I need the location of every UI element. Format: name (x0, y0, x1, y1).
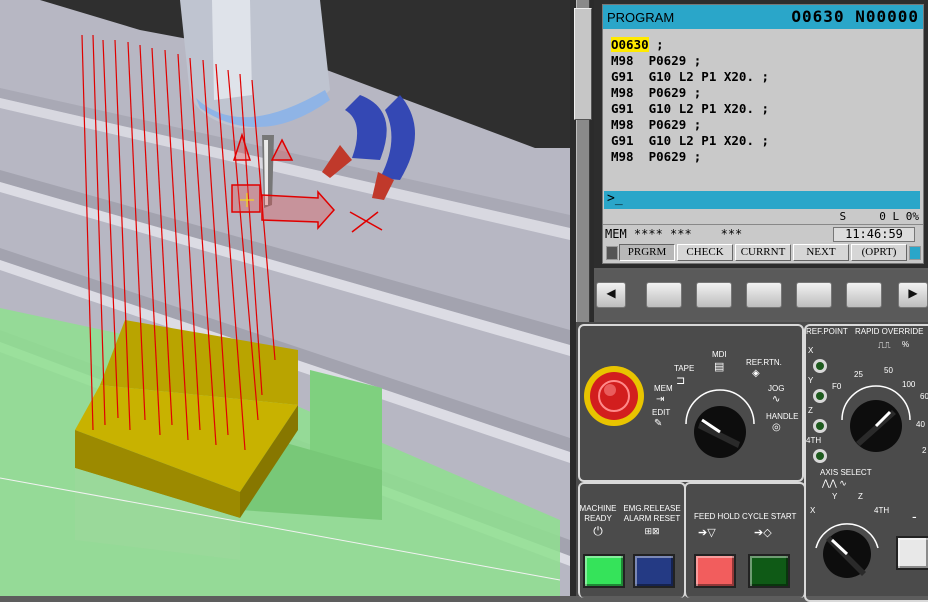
mode-mdi-label: MDI (712, 350, 727, 359)
rapid-wave-icon: ⎍⎍ (878, 340, 891, 350)
cnc-control-screen: PROGRAM O0630 N00000 O0630 ; M98 P0629 ;… (594, 0, 928, 268)
program-listing[interactable]: O0630 ; M98 P0629 ; G91 G10 L2 P1 X20. ;… (603, 31, 923, 191)
program-line[interactable]: M98 P0629 ; (611, 117, 701, 132)
softkey-hardware-button-4[interactable] (796, 282, 832, 308)
softkey-check[interactable]: CHECK (677, 244, 733, 261)
machine-ready-button[interactable] (583, 554, 625, 588)
mode-mem-label: MEM (654, 384, 673, 393)
program-line[interactable]: M98 P0629 ; (611, 85, 701, 100)
machine-ready-label-1: MACHINE (579, 504, 617, 513)
emg-release-label-2: ALARM RESET (623, 514, 681, 523)
softkey-hardware-button-3[interactable] (746, 282, 782, 308)
program-line[interactable]: M98 P0629 ; (611, 53, 701, 68)
axis-select-label: AXIS SELECT (820, 468, 872, 477)
softkey-continue-button[interactable] (909, 246, 921, 260)
axis-option-y: Y (832, 492, 838, 501)
memory-icon: ⇥ (656, 394, 665, 405)
rapid-override-label: RAPID OVERRIDE (855, 327, 924, 336)
page-left-button[interactable]: ◀ (596, 282, 626, 308)
arrow-right-icon: ▶ (908, 286, 918, 300)
softkey-next[interactable]: NEXT (793, 244, 849, 261)
softkey-return-button[interactable] (606, 246, 618, 260)
program-line[interactable]: G91 G10 L2 P1 X20. ; (611, 69, 769, 84)
softkey-hardware-button-5[interactable] (846, 282, 882, 308)
mode-handle-label: HANDLE (766, 412, 799, 421)
power-icon: ⏻ (593, 524, 603, 538)
mode-status: MEM **** *** *** (605, 227, 743, 241)
minus-label: - (912, 508, 917, 524)
softkey-oprt[interactable]: (OPRT) (851, 244, 907, 261)
machine-simulation-viewport[interactable] (0, 0, 570, 596)
mdi-icon: ▤ (714, 361, 725, 373)
program-line[interactable]: G91 G10 L2 P1 X20. ; (611, 101, 769, 116)
cycle-start-label: CYCLE START (742, 512, 797, 521)
axis-jog-icon: ⋀⋀ ∿ (822, 478, 847, 488)
cycle-start-button[interactable] (748, 554, 790, 588)
axis-select-knob[interactable] (810, 512, 884, 582)
simulation-scene (0, 0, 570, 596)
program-cursor: O0630 (611, 37, 649, 52)
screen-title: PROGRAM (607, 10, 675, 25)
screen-title-bar: PROGRAM O0630 N00000 (603, 5, 923, 29)
softkey-prgrm[interactable]: PRGRM (619, 244, 675, 261)
machine-operator-panel: TAPE MDI REF.RTN. MEM JOG EDIT HANDLE ⊐ … (576, 322, 928, 602)
jog-icon: ∿ (772, 394, 781, 405)
rapid-tick-50: 50 (884, 366, 893, 375)
key-input-line[interactable]: >_ (604, 191, 920, 209)
program-display: PROGRAM O0630 N00000 O0630 ; M98 P0629 ;… (602, 4, 924, 264)
input-prompt: >_ (607, 191, 623, 206)
softkey-row: PRGRM CHECK CURRNT NEXT (OPRT) (603, 242, 923, 262)
program-number: O0630 N00000 (791, 7, 919, 26)
spindle-load-status: S 0 L 0% (839, 210, 919, 223)
rapid-tick-60: 60 (920, 392, 928, 401)
arrow-left-icon: ◀ (606, 286, 616, 300)
page-right-button[interactable]: ▶ (898, 282, 928, 308)
ref-point-label: REF.POINT (806, 327, 848, 336)
axis-option-z: Z (858, 492, 863, 501)
mode-select-knob[interactable] (678, 382, 762, 466)
rapid-tick-2: 2 (922, 446, 927, 455)
emg-release-button[interactable] (633, 554, 675, 588)
status-bar: MEM **** *** *** 11:46:59 (603, 224, 923, 242)
scrollbar-thumb[interactable] (574, 8, 592, 120)
mode-tape-label: TAPE (674, 364, 695, 373)
rapid-tick-25: 25 (854, 370, 863, 379)
emergency-stop-button[interactable] (582, 364, 646, 428)
ref-point-lamps (813, 359, 827, 463)
handle-icon: ◎ (772, 422, 781, 433)
machine-ready-label-2: READY (584, 514, 612, 523)
softkey-currnt[interactable]: CURRNT (735, 244, 791, 261)
cycle-start-icon: ➔◇ (754, 527, 772, 539)
softkey-hardware-button-1[interactable] (646, 282, 682, 308)
feed-hold-button[interactable] (694, 554, 736, 588)
mode-edit-label: EDIT (652, 408, 671, 417)
rapid-unit: % (902, 340, 910, 349)
screen-button-row: ◀ ▶ (594, 270, 928, 320)
clock: 11:46:59 (833, 227, 915, 242)
edit-icon: ✎ (654, 418, 663, 429)
rapid-override-knob[interactable] (836, 380, 916, 460)
mode-ref-rtn-label: REF.RTN. (746, 358, 782, 367)
rapid-tick-40: 40 (916, 420, 925, 429)
axis-minus-button[interactable] (896, 536, 928, 570)
mode-jog-label: JOG (768, 384, 785, 393)
reset-icon: ⊞⊠ (644, 526, 660, 536)
program-line-current[interactable]: O0630 ; (611, 37, 664, 52)
ref-axis-x-label: X (808, 346, 814, 355)
feed-hold-label: FEED HOLD (694, 512, 740, 521)
program-line[interactable]: M98 P0629 ; (611, 149, 701, 164)
program-line[interactable]: G91 G10 L2 P1 X20. ; (611, 133, 769, 148)
ref-return-icon: ◈ (752, 368, 760, 379)
emg-release-label-1: EMG.RELEASE (623, 504, 681, 513)
feed-hold-icon: ➔▽ (698, 527, 716, 539)
softkey-hardware-button-2[interactable] (696, 282, 732, 308)
